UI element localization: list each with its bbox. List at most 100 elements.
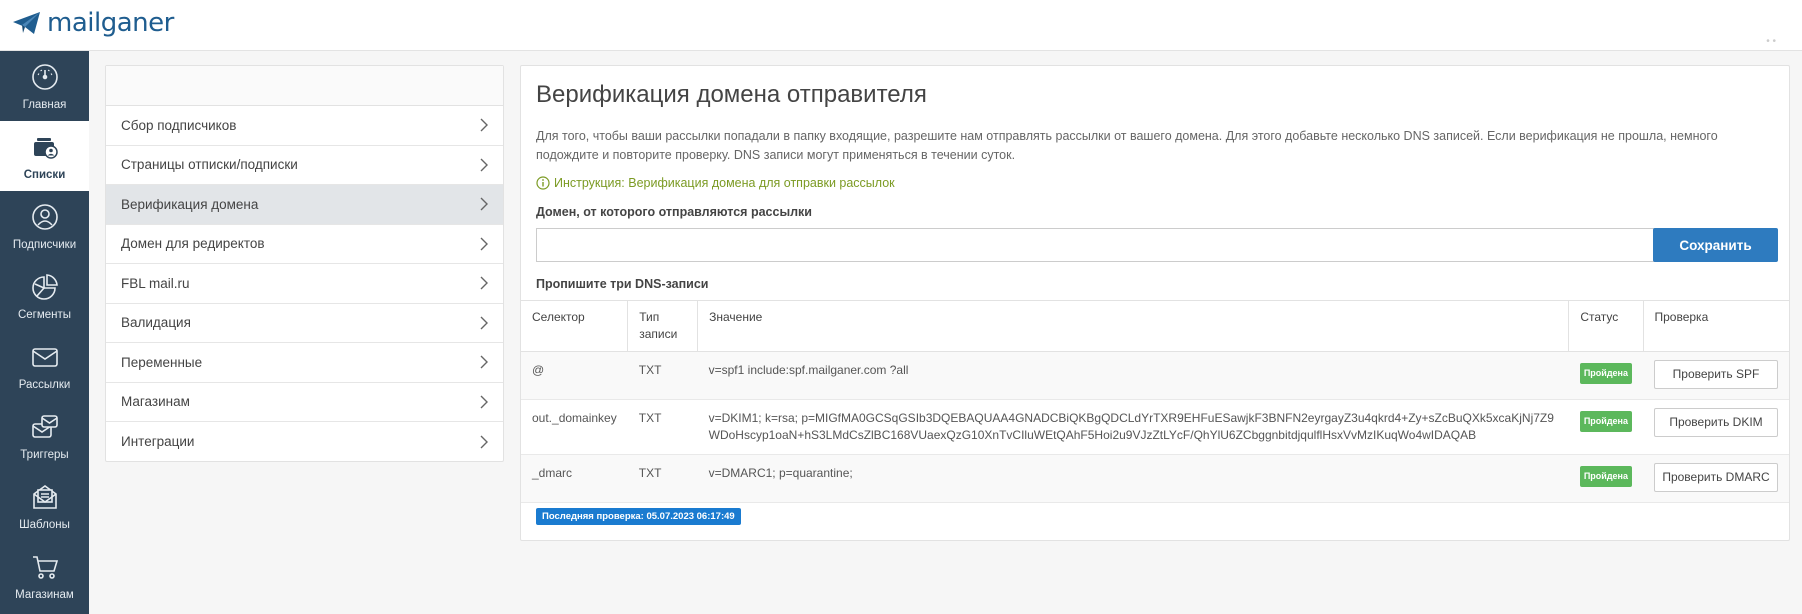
column-header-check: Проверка bbox=[1642, 300, 1789, 352]
chevron-right-icon bbox=[480, 237, 488, 251]
cell-type: TXT bbox=[627, 454, 698, 503]
menu-item-label: Переменные bbox=[121, 354, 203, 370]
column-header-selector: Селектор bbox=[521, 300, 628, 352]
sidebar-item-label: Сегменты bbox=[17, 309, 72, 321]
menu-item-label: Магазинам bbox=[121, 394, 190, 410]
chevron-right-icon bbox=[480, 395, 488, 409]
save-button[interactable]: Сохранить bbox=[1653, 228, 1778, 262]
last-check-badge: Последняя проверка: 05.07.2023 06:17:49 bbox=[536, 508, 741, 525]
sidebar-item-lists[interactable]: Списки bbox=[0, 121, 89, 191]
check-dkim-button[interactable]: Проверить DKIM bbox=[1654, 408, 1778, 437]
column-header-value: Значение bbox=[697, 300, 1569, 352]
sidebar-item-subscribers[interactable]: Подписчики bbox=[0, 191, 89, 261]
instruction-link[interactable]: Инструкция: Верификация домена для отпра… bbox=[536, 176, 895, 190]
sidebar-item-label: Главная bbox=[22, 99, 67, 111]
menu-item-redirect-domain[interactable]: Домен для редиректов bbox=[106, 225, 503, 264]
chevron-right-icon bbox=[480, 197, 488, 211]
settings-menu-header bbox=[106, 66, 503, 106]
cell-value[interactable]: v=DKIM1; k=rsa; p=MIGfMA0GCSqGSIb3DQEBAQ… bbox=[698, 400, 1569, 455]
cell-type: TXT bbox=[638, 411, 662, 425]
menu-item-label: FBL mail.ru bbox=[121, 275, 190, 291]
table-header-row: Селектор Тип записи Значение Статус Пров… bbox=[521, 300, 1789, 352]
table-row-dkim: out._domainkey TXT v=DKIM1; k=rsa; p=MIG… bbox=[521, 400, 1789, 455]
sidebar-item-label: Триггеры bbox=[20, 449, 69, 461]
chevron-right-icon bbox=[480, 118, 488, 132]
menu-item-label: Интеграции bbox=[121, 434, 195, 450]
cell-status: Пройдена bbox=[1568, 351, 1643, 400]
menu-item-unsubscribe-pages[interactable]: Страницы отписки/подписки bbox=[106, 146, 503, 185]
status-badge: Пройдена bbox=[1579, 363, 1632, 384]
menu-item-subscriber-collection[interactable]: Сбор подписчиков bbox=[106, 106, 503, 146]
menu-item-label: Страницы отписки/подписки bbox=[121, 157, 298, 173]
menu-item-label: Домен для редиректов bbox=[121, 236, 265, 252]
cell-value[interactable]: v=DMARC1; p=quarantine; bbox=[697, 454, 1569, 503]
cell-status: Пройдена bbox=[1569, 400, 1643, 455]
sidebar: Главная Списки Подписчики Сегменты Рассы… bbox=[0, 51, 89, 614]
cell-selector[interactable]: @ bbox=[521, 351, 628, 400]
cell-value[interactable]: v=spf1 include:spf.mailganer.com ?all bbox=[697, 351, 1569, 400]
logo-text: mailganer bbox=[47, 8, 174, 38]
column-header-record-type: Тип записи bbox=[627, 300, 698, 352]
template-icon bbox=[32, 485, 57, 509]
chevron-right-icon bbox=[480, 158, 488, 172]
sidebar-item-label: Подписчики bbox=[12, 239, 77, 251]
sidebar-item-home[interactable]: Главная bbox=[0, 51, 89, 121]
domain-field-label: Домен, от которого отправляются рассылки bbox=[536, 205, 812, 219]
cell-check: Проверить DMARC bbox=[1643, 454, 1789, 503]
chevron-right-icon bbox=[480, 316, 488, 330]
chevron-right-icon bbox=[480, 276, 488, 290]
dns-records-label: Пропишите три DNS-записи bbox=[536, 277, 709, 291]
check-spf-button[interactable]: Проверить SPF bbox=[1654, 360, 1778, 389]
dots-icon: • • bbox=[1766, 36, 1776, 47]
sidebar-item-templates[interactable]: Шаблоны bbox=[0, 471, 89, 541]
info-icon bbox=[536, 176, 550, 190]
menu-item-label: Верификация домена bbox=[121, 196, 259, 212]
domain-input[interactable] bbox=[536, 228, 1674, 262]
status-badge: Пройдена bbox=[1579, 466, 1632, 487]
settings-menu: Сбор подписчиков Страницы отписки/подпис… bbox=[105, 65, 504, 462]
description-text: Для того, чтобы ваши рассылки попадали в… bbox=[536, 129, 1718, 162]
sidebar-item-segments[interactable]: Сегменты bbox=[0, 261, 89, 331]
chevron-right-icon bbox=[480, 435, 488, 449]
menu-item-stores[interactable]: Магазинам bbox=[106, 383, 503, 422]
domain-verification-panel: Верификация домена отправителя Для того,… bbox=[520, 65, 1790, 541]
sidebar-item-label: Списки bbox=[23, 169, 66, 181]
menu-item-validation[interactable]: Валидация bbox=[106, 304, 503, 343]
sidebar-item-campaigns[interactable]: Рассылки bbox=[0, 331, 89, 401]
instruction-link-text: Инструкция: Верификация домена для отпра… bbox=[554, 176, 895, 190]
pie-chart-icon bbox=[31, 274, 58, 300]
page-title: Верификация домена отправителя bbox=[536, 81, 927, 108]
cell-selector[interactable]: out._domainkey bbox=[521, 400, 628, 455]
table-row-dmarc: _dmarc TXT v=DMARC1; p=quarantine; Пройд… bbox=[521, 454, 1789, 503]
check-dmarc-button[interactable]: Проверить DMARC bbox=[1654, 463, 1778, 492]
sidebar-item-stores[interactable]: Магазинам bbox=[0, 541, 89, 611]
envelope-icon bbox=[31, 348, 58, 367]
chevron-right-icon bbox=[480, 355, 488, 369]
sidebar-item-triggers[interactable]: Триггеры bbox=[0, 401, 89, 471]
user-circle-icon bbox=[31, 204, 58, 230]
cell-status: Пройдена bbox=[1568, 454, 1643, 503]
menu-item-integrations[interactable]: Интеграции bbox=[106, 422, 503, 462]
table-row-spf: @ TXT v=spf1 include:spf.mailganer.com ?… bbox=[521, 351, 1789, 400]
sidebar-item-label: Шаблоны bbox=[19, 519, 70, 531]
cell-type: TXT bbox=[627, 351, 698, 400]
menu-item-domain-verification[interactable]: Верификация домена bbox=[106, 185, 503, 225]
sidebar-item-label: Рассылки bbox=[18, 379, 71, 391]
triggers-icon bbox=[31, 415, 58, 438]
menu-item-fbl-mailru[interactable]: FBL mail.ru bbox=[106, 264, 503, 304]
menu-item-label: Валидация bbox=[121, 315, 191, 331]
menu-item-variables[interactable]: Переменные bbox=[106, 343, 503, 383]
cell-check: Проверить DKIM bbox=[1643, 400, 1789, 455]
dns-records-table: Селектор Тип записи Значение Статус Пров… bbox=[521, 300, 1789, 503]
lists-contacts-icon bbox=[33, 138, 58, 159]
logo[interactable]: mailganer bbox=[12, 8, 174, 38]
column-header-status: Статус bbox=[1568, 300, 1643, 352]
cell-check: Проверить SPF bbox=[1643, 351, 1789, 400]
status-badge: Пройдена bbox=[1579, 411, 1632, 432]
cell-selector[interactable]: _dmarc bbox=[521, 454, 628, 503]
paper-plane-logo-icon bbox=[13, 12, 40, 34]
shopping-cart-icon bbox=[32, 556, 58, 579]
top-bar: mailganer • • bbox=[0, 0, 1802, 51]
menu-item-label: Сбор подписчиков bbox=[121, 117, 237, 133]
dashboard-gauge-icon bbox=[31, 64, 58, 90]
